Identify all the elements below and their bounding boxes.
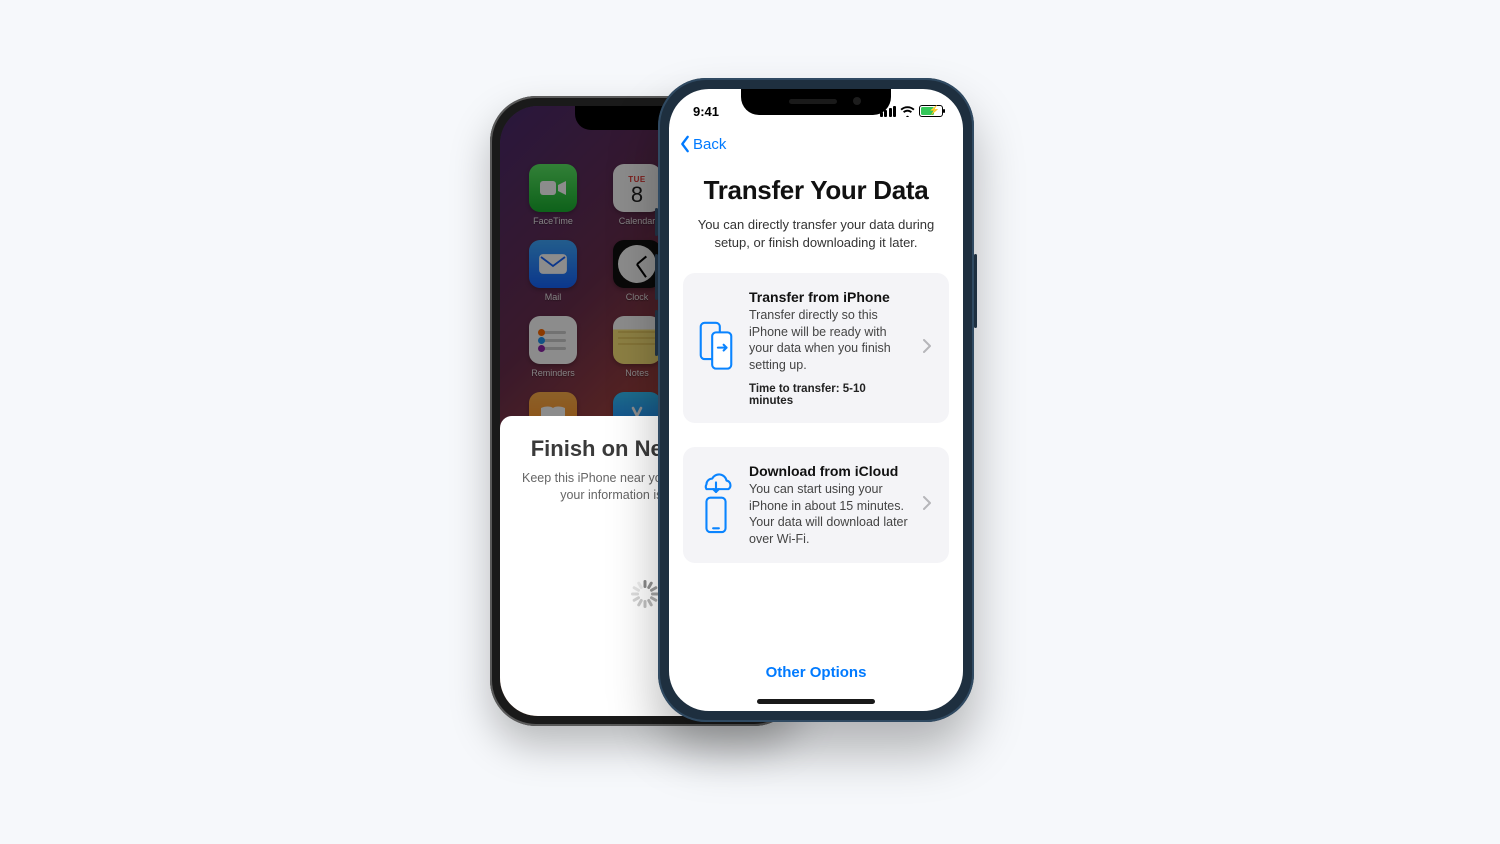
page-subtitle: You can directly transfer your data duri… [689, 216, 943, 251]
app-label: Mail [522, 292, 584, 302]
app-label: FaceTime [522, 216, 584, 226]
option-title: Transfer from iPhone [749, 289, 911, 305]
option-download-from-icloud[interactable]: Download from iCloud You can start using… [683, 447, 949, 563]
app-reminders[interactable]: Reminders [522, 316, 584, 378]
new-iphone-device: 9:41 ⚡ Back Transfer Your Data You can d… [658, 78, 974, 722]
mail-icon [529, 240, 577, 288]
clock-icon [613, 240, 661, 288]
chevron-right-icon [923, 339, 937, 358]
calendar-icon: TUE 8 [613, 164, 661, 212]
loading-spinner-icon [631, 580, 659, 608]
back-button[interactable]: Back [679, 135, 726, 153]
back-label: Back [693, 136, 726, 153]
new-iphone-screen: 9:41 ⚡ Back Transfer Your Data You can d… [669, 89, 963, 711]
other-options-button[interactable]: Other Options [669, 664, 963, 681]
app-facetime[interactable]: FaceTime [522, 164, 584, 226]
notch [741, 89, 891, 115]
reminders-icon [529, 316, 577, 364]
option-desc: You can start using your iPhone in about… [749, 481, 911, 547]
app-mail[interactable]: Mail [522, 240, 584, 302]
option-title: Download from iCloud [749, 463, 911, 479]
app-label: Reminders [522, 368, 584, 378]
calendar-day: 8 [631, 184, 643, 206]
transfer-iphone-icon [695, 319, 737, 377]
page-title: Transfer Your Data [683, 175, 949, 206]
wifi-icon [900, 105, 915, 117]
option-desc: Transfer directly so this iPhone will be… [749, 307, 911, 373]
chevron-right-icon [923, 496, 937, 515]
home-indicator[interactable] [757, 699, 875, 704]
notes-icon [613, 316, 661, 364]
option-transfer-from-iphone[interactable]: Transfer from iPhone Transfer directly s… [683, 273, 949, 423]
icloud-download-icon [695, 471, 737, 539]
battery-icon: ⚡ [919, 105, 943, 117]
facetime-icon [529, 164, 577, 212]
chevron-left-icon [679, 135, 691, 153]
option-estimate: Time to transfer: 5-10 minutes [749, 383, 911, 407]
status-time: 9:41 [693, 104, 719, 119]
nav-bar: Back [669, 129, 963, 159]
